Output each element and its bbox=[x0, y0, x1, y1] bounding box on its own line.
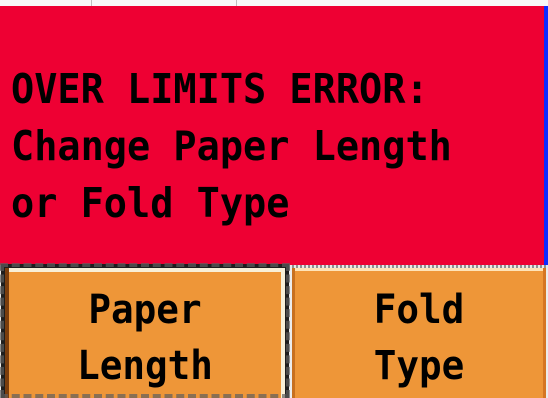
paper-length-label-line: Length bbox=[77, 343, 213, 389]
fold-type-label-line: Fold bbox=[373, 287, 465, 333]
paper-length-button[interactable]: Paper Length bbox=[0, 263, 290, 398]
fold-type-label: Fold Type bbox=[300, 282, 539, 394]
fold-type-button[interactable]: Fold Type bbox=[292, 268, 546, 398]
fold-type-label-line: Type bbox=[373, 343, 465, 389]
paper-length-label-line: Paper bbox=[88, 287, 202, 333]
error-instruction-line: or Fold Type bbox=[11, 179, 290, 227]
paper-length-label: Paper Length bbox=[13, 282, 276, 394]
hmi-error-screen: OVER LIMITS ERROR: Change Paper Length o… bbox=[0, 0, 548, 398]
error-title: OVER LIMITS ERROR: bbox=[11, 65, 429, 113]
error-instruction-line: Change Paper Length bbox=[11, 122, 452, 170]
error-message: OVER LIMITS ERROR: Change Paper Length o… bbox=[11, 61, 452, 232]
over-limits-error-panel: OVER LIMITS ERROR: Change Paper Length o… bbox=[0, 6, 548, 265]
